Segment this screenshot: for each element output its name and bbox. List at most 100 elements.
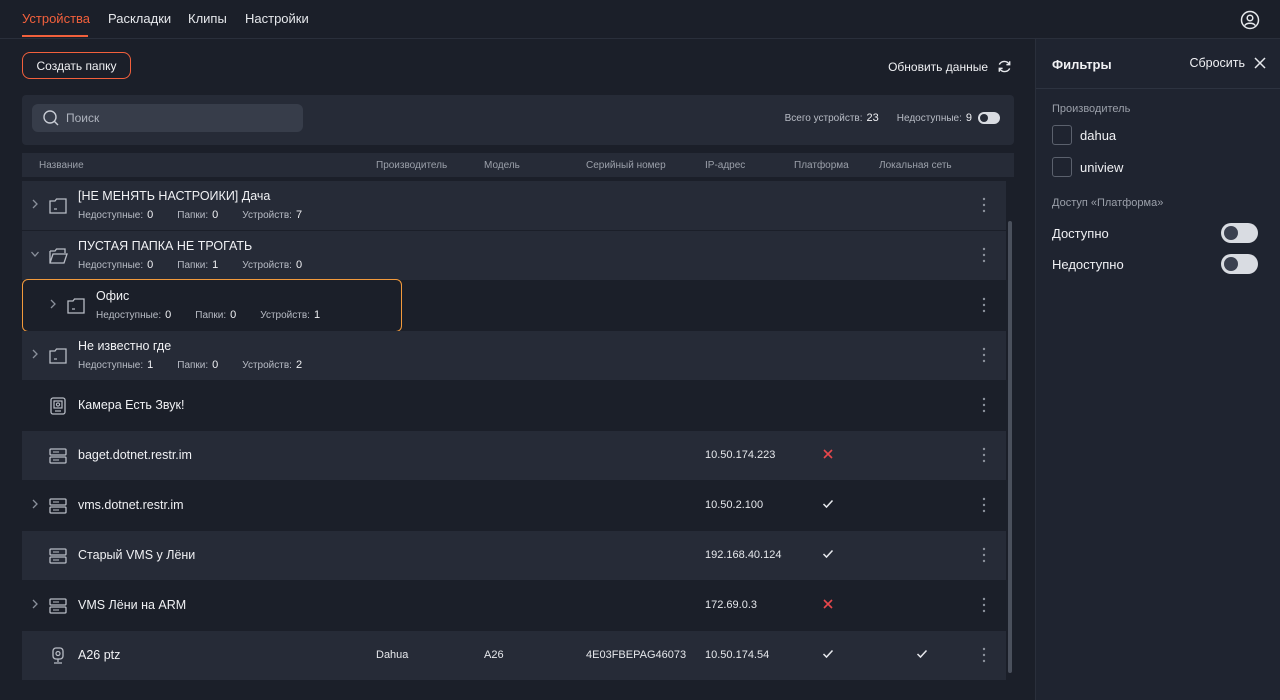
toggle-switch[interactable]: [1221, 254, 1258, 274]
col-lan[interactable]: Локальная сеть: [879, 160, 952, 171]
refresh-button[interactable]: Обновить данные: [888, 58, 1013, 75]
filters-panel: Фильтры Сбросить Производитель dahua uni…: [1035, 39, 1280, 700]
checkbox[interactable]: [1052, 157, 1072, 177]
checkbox[interactable]: [1052, 125, 1072, 145]
row-model: A26: [484, 649, 504, 661]
meta-devices: 1: [313, 309, 321, 321]
toggle-switch[interactable]: [1221, 223, 1258, 243]
col-serial[interactable]: Серийный номер: [586, 160, 666, 171]
create-folder-button[interactable]: Создать папку: [22, 52, 131, 79]
table-scrollbar[interactable]: [1008, 221, 1012, 673]
refresh-label: Обновить данные: [888, 59, 988, 74]
meta-unavailable: 0: [147, 209, 154, 221]
table-row[interactable]: [НЕ МЕНЯТЬ НАСТРОИКИ] Дача Недоступные: 0…: [22, 181, 1006, 230]
chevron-right-icon[interactable]: [30, 597, 40, 611]
meta-label: Устройств:: [260, 310, 310, 321]
row-ip: 10.50.174.223: [705, 449, 776, 461]
more-vertical-icon[interactable]: [979, 546, 989, 564]
more-vertical-icon[interactable]: [979, 346, 989, 364]
row-ip: 10.50.174.54: [705, 649, 770, 661]
tab-clips[interactable]: Клипы: [188, 11, 227, 26]
row-name: vms.dotnet.restr.im: [78, 498, 184, 512]
check-icon: [822, 499, 834, 509]
row-ip: 10.50.2.100: [705, 499, 764, 511]
more-vertical-icon[interactable]: [979, 596, 989, 614]
server-icon: [49, 548, 67, 564]
filters-header: Фильтры Сбросить: [1036, 39, 1280, 89]
row-name: baget.dotnet.restr.im: [78, 448, 192, 462]
filters-title: Фильтры: [1052, 57, 1112, 72]
platform-section-title: Доступ «Платформа»: [1052, 197, 1164, 209]
total-devices-label: Всего устройств:: [784, 112, 863, 124]
table-row[interactable]: Старый VMS у Лёни 192.168.40.124: [22, 531, 1006, 580]
row-serial: 4E03FBEPAG46073: [586, 649, 687, 661]
more-vertical-icon[interactable]: [979, 396, 989, 414]
row-name: ПУСТАЯ ПАПКА НЕ ТРОГАТЬ: [78, 239, 253, 253]
row-meta: Недоступные: 1 Папки: 0 Устройств: 2: [78, 359, 326, 371]
more-vertical-icon[interactable]: [979, 196, 989, 214]
access-unavailable-filter[interactable]: Недоступно: [1052, 254, 1258, 274]
folder-icon: [49, 348, 67, 364]
tab-settings[interactable]: Настройки: [245, 11, 309, 26]
table-row[interactable]: Не известно где Недоступные: 1 Папки: 0 Ус…: [22, 331, 1006, 380]
reset-filters-button[interactable]: Сбросить: [1189, 56, 1267, 70]
webcam-icon: [52, 647, 64, 664]
meta-devices: 7: [295, 209, 303, 221]
table-row[interactable]: A26 ptz Dahua A26 4E03FBEPAG46073 10.50.…: [22, 631, 1006, 680]
table-row[interactable]: Офис Недоступные: 0 Папки: 0 Устройств: 1: [22, 279, 1006, 332]
more-vertical-icon[interactable]: [979, 646, 989, 664]
chevron-right-icon[interactable]: [30, 497, 40, 511]
col-ip[interactable]: IP-адрес: [705, 160, 745, 171]
col-platform[interactable]: Платформа: [794, 160, 849, 171]
unavailable-value: 9: [965, 112, 972, 124]
meta-folders: 1: [212, 259, 219, 271]
more-vertical-icon[interactable]: [979, 296, 989, 314]
meta-label: Недоступные:: [78, 260, 144, 271]
meta-label: Устройств:: [242, 210, 292, 221]
search-icon: [43, 110, 59, 126]
row-meta: Недоступные: 0 Папки: 0 Устройств: 7: [78, 209, 326, 221]
table-row[interactable]: vms.dotnet.restr.im 10.50.2.100: [22, 481, 1006, 530]
table-row[interactable]: VMS Лёни на ARM 172.69.0.3: [22, 581, 1006, 630]
cross-icon: [823, 599, 833, 609]
table-row[interactable]: Камера Есть Звук!: [22, 381, 1006, 430]
row-name: Не известно где: [78, 339, 172, 353]
chevron-right-icon[interactable]: [48, 297, 58, 311]
col-model[interactable]: Модель: [484, 160, 520, 171]
access-available-filter[interactable]: Доступно: [1052, 223, 1258, 243]
row-name: VMS Лёни на ARM: [78, 598, 187, 612]
meta-unavailable: 1: [147, 359, 154, 371]
check-icon: [916, 649, 928, 659]
meta-devices: 2: [295, 359, 303, 371]
unavailable-toggle[interactable]: [978, 112, 1000, 124]
user-circle-icon[interactable]: [1240, 10, 1260, 30]
table-row[interactable]: ПУСТАЯ ПАПКА НЕ ТРОГАТЬ Недоступные: 0 Па…: [22, 231, 1006, 280]
tab-devices[interactable]: Устройства: [22, 11, 90, 26]
server-icon: [49, 448, 67, 464]
vendor-filter-uniview[interactable]: uniview: [1052, 157, 1123, 177]
chevron-right-icon[interactable]: [30, 197, 40, 211]
vendor-section-title: Производитель: [1052, 103, 1131, 115]
tab-layouts[interactable]: Раскладки: [108, 11, 171, 26]
refresh-icon: [998, 60, 1011, 73]
table-row[interactable]: baget.dotnet.restr.im 10.50.174.223: [22, 431, 1006, 480]
access-label: Недоступно: [1052, 256, 1124, 272]
more-vertical-icon[interactable]: [979, 496, 989, 514]
close-icon: [1254, 57, 1266, 69]
vendor-filter-dahua[interactable]: dahua: [1052, 125, 1116, 145]
meta-label: Устройств:: [242, 260, 292, 271]
col-vendor[interactable]: Производитель: [376, 160, 447, 171]
more-vertical-icon[interactable]: [979, 446, 989, 464]
row-meta: Недоступные: 0 Папки: 0 Устройств: 1: [96, 309, 344, 321]
search-input[interactable]: [66, 111, 286, 125]
search-field[interactable]: [32, 104, 303, 132]
more-vertical-icon[interactable]: [979, 246, 989, 264]
top-nav: Устройства Раскладки Клипы Настройки: [0, 0, 1280, 39]
chevron-right-icon[interactable]: [30, 347, 40, 361]
chevron-down-icon[interactable]: [30, 247, 40, 261]
meta-label: Устройств:: [242, 360, 292, 371]
check-icon: [822, 649, 834, 659]
folder-open-icon: [49, 248, 68, 264]
row-name: Офис: [96, 289, 130, 303]
col-name[interactable]: Название: [39, 160, 84, 171]
